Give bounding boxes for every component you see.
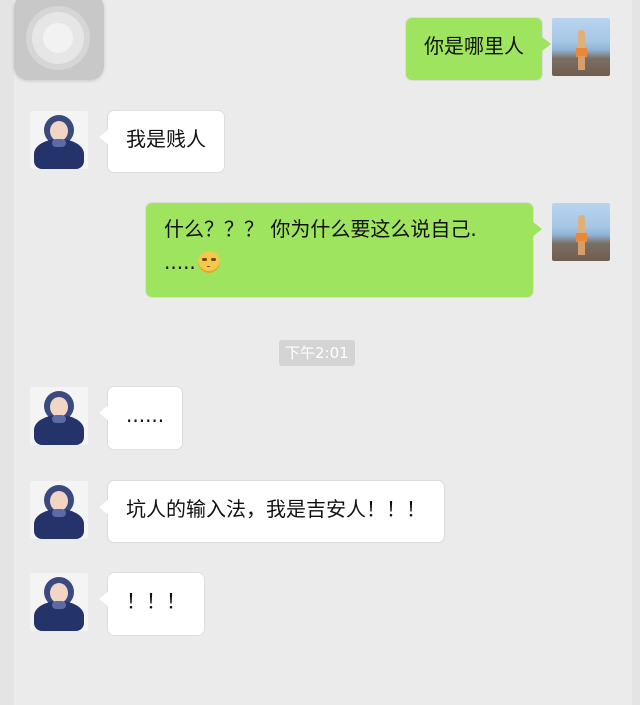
left-edge bbox=[0, 0, 14, 705]
my-avatar[interactable] bbox=[552, 203, 610, 261]
my-avatar[interactable] bbox=[552, 18, 610, 76]
message-text: ！！！ bbox=[126, 589, 186, 613]
contact-avatar[interactable] bbox=[30, 111, 88, 169]
message-bubble-sent[interactable]: 什么？？？ 你为什么要这么说自己. ..... bbox=[146, 203, 542, 297]
contact-avatar[interactable] bbox=[30, 481, 88, 539]
message-text: 坑人的输入法，我是吉安人！！！ bbox=[126, 497, 426, 521]
message-bubble-sent[interactable]: 你是哪里人 bbox=[406, 18, 551, 80]
message-bubble-received[interactable]: ...... bbox=[98, 387, 183, 449]
message-text-line2: ..... bbox=[164, 246, 515, 279]
right-edge bbox=[632, 0, 640, 705]
eye-roll-emoji-icon bbox=[197, 251, 220, 273]
message-bubble-received[interactable]: 坑人的输入法，我是吉安人！！！ bbox=[99, 481, 444, 542]
timestamp-divider: 下午2:01 bbox=[279, 340, 355, 366]
message-text-line1: 什么？？？ 你为什么要这么说自己. bbox=[164, 217, 477, 241]
message-text: 你是哪里人 bbox=[424, 34, 524, 58]
contact-avatar[interactable] bbox=[30, 387, 88, 445]
message-bubble-received[interactable]: ！！！ bbox=[99, 573, 204, 635]
floating-assistive-button[interactable] bbox=[14, 0, 104, 80]
message-text: ...... bbox=[126, 403, 165, 427]
message-text: 我是贱人 bbox=[126, 127, 206, 151]
contact-avatar[interactable] bbox=[30, 573, 88, 631]
message-bubble-received[interactable]: 我是贱人 bbox=[99, 111, 224, 172]
assistive-core bbox=[43, 23, 73, 53]
